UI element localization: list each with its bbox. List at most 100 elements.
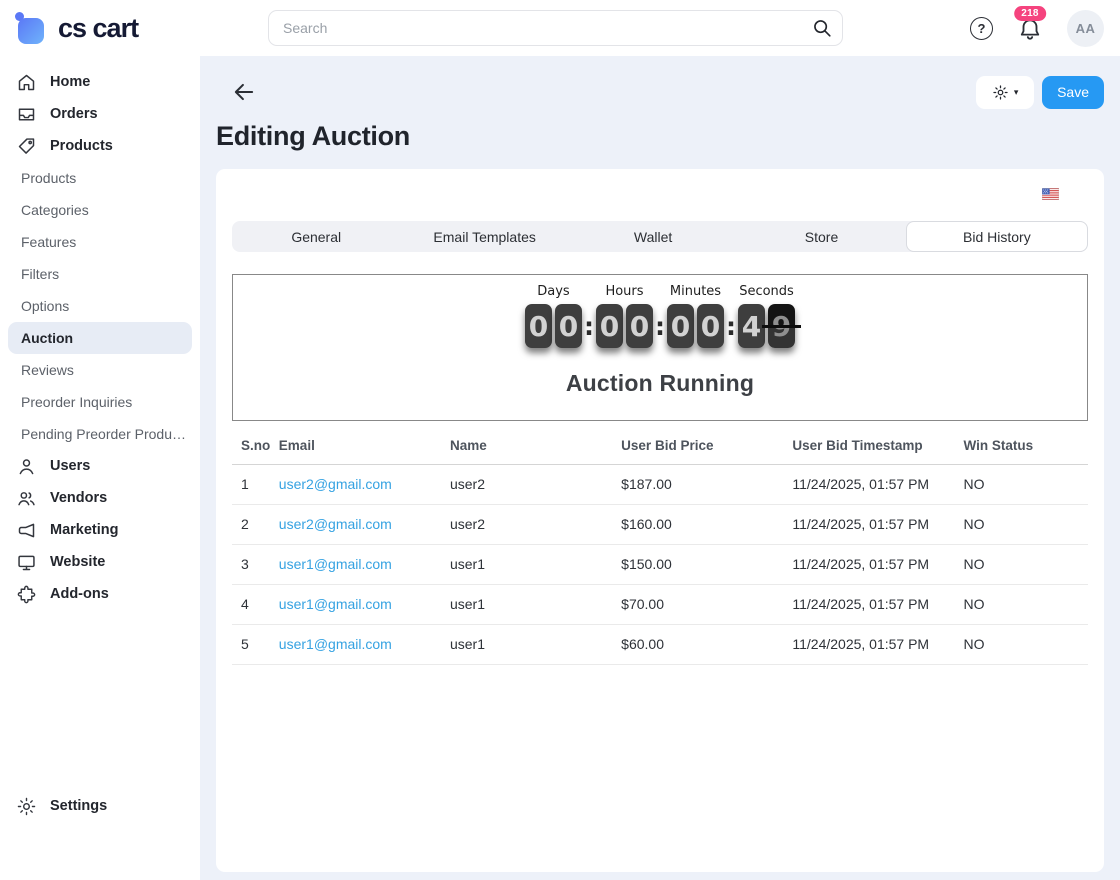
countdown-timer: Days 0 0 : Hours 0 0 : Minutes	[233, 284, 1087, 348]
notifications-button[interactable]: 218	[1017, 16, 1043, 46]
timer-colon: :	[724, 312, 738, 341]
tag-icon	[16, 136, 37, 157]
sidebar-item-label: Website	[50, 554, 105, 570]
countdown-seconds-label: Seconds	[739, 284, 794, 299]
cell-price: $60.00	[617, 625, 788, 665]
megaphone-icon	[16, 520, 37, 541]
timer-digit: 0	[555, 304, 582, 348]
table-header-row: S.no Email Name User Bid Price User Bid …	[232, 429, 1088, 465]
column-header-price: User Bid Price	[617, 429, 788, 465]
timer-digit-flipping: 9	[768, 304, 795, 348]
brand-name: cs cart	[58, 13, 138, 44]
sidebar-item-label: Settings	[50, 798, 107, 814]
email-link[interactable]: user1@gmail.com	[279, 556, 392, 572]
timer-digit: 4	[738, 304, 765, 348]
cell-sno: 2	[232, 505, 275, 545]
sidebar-item-pending-preorder-products[interactable]: Pending Preorder Produ…	[0, 418, 200, 450]
sidebar-item-label: Preorder Inquiries	[21, 394, 132, 410]
sidebar-item-features[interactable]: Features	[0, 226, 200, 258]
sidebar-item-products[interactable]: Products	[0, 130, 200, 162]
sidebar-item-marketing[interactable]: Marketing	[0, 514, 200, 546]
column-header-name: Name	[446, 429, 617, 465]
sidebar-item-addons[interactable]: Add-ons	[0, 578, 200, 610]
timer-digit: 0	[525, 304, 552, 348]
cell-name: user1	[446, 625, 617, 665]
cell-sno: 5	[232, 625, 275, 665]
sidebar-item-preorder-inquiries[interactable]: Preorder Inquiries	[0, 386, 200, 418]
cell-sno: 4	[232, 585, 275, 625]
brand-logo[interactable]: cs cart	[0, 11, 200, 45]
settings-dropdown-button[interactable]: ▾	[976, 76, 1034, 109]
cell-sno: 1	[232, 465, 275, 505]
cell-win-status: NO	[960, 585, 1088, 625]
tab-wallet[interactable]: Wallet	[569, 221, 737, 252]
sidebar-item-settings[interactable]: Settings	[0, 790, 200, 822]
user-icon	[16, 456, 37, 477]
sidebar-item-products-sub[interactable]: Products	[0, 162, 200, 194]
tab-store[interactable]: Store	[737, 221, 905, 252]
sidebar-item-reviews[interactable]: Reviews	[0, 354, 200, 386]
back-arrow-icon[interactable]	[231, 79, 257, 105]
sidebar: Home Orders Products Products Categories…	[0, 56, 200, 880]
table-row: 1 user2@gmail.com user2 $187.00 11/24/20…	[232, 465, 1088, 505]
cs-cart-logo-icon	[15, 11, 47, 45]
chevron-down-icon: ▾	[1014, 87, 1019, 98]
sidebar-item-options[interactable]: Options	[0, 290, 200, 322]
email-link[interactable]: user2@gmail.com	[279, 476, 392, 492]
sidebar-item-label: Marketing	[50, 522, 119, 538]
page-title: Editing Auction	[216, 121, 1104, 152]
cell-name: user1	[446, 545, 617, 585]
email-link[interactable]: user1@gmail.com	[279, 596, 392, 612]
email-link[interactable]: user2@gmail.com	[279, 516, 392, 532]
sidebar-item-categories[interactable]: Categories	[0, 194, 200, 226]
countdown-hours-label: Hours	[605, 284, 643, 299]
sidebar-item-website[interactable]: Website	[0, 546, 200, 578]
column-header-sno: S.no	[232, 429, 275, 465]
sidebar-item-label: Add-ons	[50, 586, 109, 602]
tab-bar: General Email Templates Wallet Store Bid…	[232, 221, 1088, 252]
cell-name: user2	[446, 465, 617, 505]
gear-icon	[16, 796, 37, 817]
sidebar-item-label: Filters	[21, 266, 59, 282]
main-content: ▾ Save Editing Auction	[200, 56, 1120, 880]
timer-colon: :	[653, 312, 667, 341]
countdown-days-group: Days 0 0	[525, 284, 582, 348]
orders-icon	[16, 104, 37, 125]
column-header-email: Email	[275, 429, 446, 465]
tab-general[interactable]: General	[232, 221, 400, 252]
sidebar-item-label: Features	[21, 234, 76, 250]
sidebar-item-home[interactable]: Home	[0, 66, 200, 98]
sidebar-item-label: Users	[50, 458, 90, 474]
cell-sno: 3	[232, 545, 275, 585]
sidebar-item-label: Categories	[21, 202, 89, 218]
cell-timestamp: 11/24/2025, 01:57 PM	[788, 545, 959, 585]
column-header-timestamp: User Bid Timestamp	[788, 429, 959, 465]
cell-price: $160.00	[617, 505, 788, 545]
cell-timestamp: 11/24/2025, 01:57 PM	[788, 505, 959, 545]
sidebar-item-orders[interactable]: Orders	[0, 98, 200, 130]
sidebar-item-label: Reviews	[21, 362, 74, 378]
cell-price: $187.00	[617, 465, 788, 505]
save-button[interactable]: Save	[1042, 76, 1104, 109]
sidebar-item-auction[interactable]: Auction	[8, 322, 192, 354]
search-input[interactable]	[268, 10, 843, 46]
column-header-win-status: Win Status	[960, 429, 1088, 465]
cell-win-status: NO	[960, 545, 1088, 585]
sidebar-item-users[interactable]: Users	[0, 450, 200, 482]
email-link[interactable]: user1@gmail.com	[279, 636, 392, 652]
help-icon[interactable]: ?	[970, 17, 993, 40]
avatar[interactable]: AA	[1067, 10, 1104, 47]
countdown-seconds-group: Seconds 4 9	[738, 284, 795, 348]
tab-email-templates[interactable]: Email Templates	[400, 221, 568, 252]
language-flag-icon[interactable]	[1042, 188, 1059, 200]
sidebar-item-label: Options	[21, 298, 69, 314]
countdown-panel: Days 0 0 : Hours 0 0 : Minutes	[232, 274, 1088, 421]
tab-bid-history[interactable]: Bid History	[906, 221, 1088, 252]
cell-price: $150.00	[617, 545, 788, 585]
sidebar-item-vendors[interactable]: Vendors	[0, 482, 200, 514]
people-icon	[16, 488, 37, 509]
timer-digit: 0	[667, 304, 694, 348]
sidebar-item-filters[interactable]: Filters	[0, 258, 200, 290]
timer-colon: :	[582, 312, 596, 341]
search-icon[interactable]	[811, 17, 833, 39]
